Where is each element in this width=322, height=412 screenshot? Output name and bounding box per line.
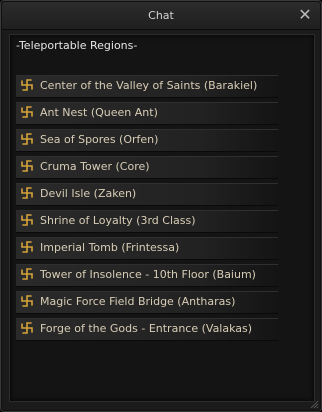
swirl-icon: [21, 322, 33, 334]
teleport-item[interactable]: Center of the Valley of Saints (Barakiel…: [16, 75, 278, 98]
teleport-item[interactable]: Imperial Tomb (Frintessa): [16, 237, 278, 260]
swirl-icon: [21, 295, 33, 307]
swirl-icon: [21, 133, 33, 145]
regions-header: -Teleportable Regions-: [16, 39, 138, 52]
teleport-item-label: Cruma Tower (Core): [40, 160, 150, 173]
close-button[interactable]: ✕: [296, 6, 314, 24]
teleport-item[interactable]: Sea of Spores (Orfen): [16, 129, 278, 152]
window-title: Chat: [148, 9, 174, 22]
swirl-icon: [21, 187, 33, 199]
teleport-list: Center of the Valley of Saints (Barakiel…: [16, 75, 278, 345]
teleport-item-label: Devil Isle (Zaken): [40, 187, 137, 200]
teleport-item[interactable]: Magic Force Field Bridge (Antharas): [16, 291, 278, 314]
teleport-item-label: Sea of Spores (Orfen): [40, 133, 159, 146]
teleport-item[interactable]: Shrine of Loyalty (3rd Class): [16, 210, 278, 233]
swirl-icon: [21, 79, 33, 91]
teleport-item[interactable]: Tower of Insolence - 10th Floor (Baium): [16, 264, 278, 287]
teleport-item-label: Shrine of Loyalty (3rd Class): [40, 214, 196, 227]
teleport-item-label: Imperial Tomb (Frintessa): [40, 241, 180, 254]
teleport-item-label: Forge of the Gods - Entrance (Valakas): [40, 322, 253, 335]
swirl-icon: [21, 241, 33, 253]
teleport-item-label: Center of the Valley of Saints (Barakiel…: [40, 79, 258, 92]
teleport-item-label: Magic Force Field Bridge (Antharas): [40, 295, 236, 308]
teleport-item[interactable]: Forge of the Gods - Entrance (Valakas): [16, 318, 278, 341]
swirl-icon: [21, 268, 33, 280]
swirl-icon: [21, 106, 33, 118]
teleport-item-label: Ant Nest (Queen Ant): [40, 106, 158, 119]
swirl-icon: [21, 214, 33, 226]
teleport-item[interactable]: Cruma Tower (Core): [16, 156, 278, 179]
chat-window: Chat ✕ -Teleportable Regions- Center of …: [0, 0, 322, 412]
dialog-content: -Teleportable Regions- Center of the Val…: [9, 34, 315, 402]
resize-grip-icon[interactable]: [309, 399, 319, 409]
swirl-icon: [21, 160, 33, 172]
teleport-item-label: Tower of Insolence - 10th Floor (Baium): [40, 268, 256, 281]
titlebar[interactable]: Chat ✕: [2, 2, 320, 30]
teleport-item[interactable]: Devil Isle (Zaken): [16, 183, 278, 206]
teleport-item[interactable]: Ant Nest (Queen Ant): [16, 102, 278, 125]
